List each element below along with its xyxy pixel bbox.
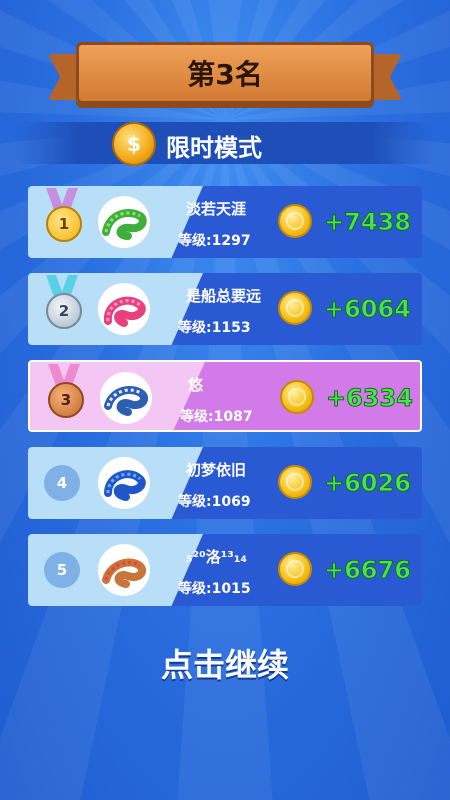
rank-circle: 5: [44, 552, 80, 588]
coin-reward: +7438: [324, 208, 412, 237]
leaderboard-row: 1 淡若天涯 等级:1297 +7438: [28, 186, 422, 258]
rank-circle: 4: [44, 465, 80, 501]
coin-reward: +6064: [324, 295, 412, 324]
gold-coin-icon: [278, 291, 312, 325]
coin-reward: +6334: [326, 384, 414, 413]
player-level: 等级:1297: [178, 233, 251, 249]
player-level: 等级:1069: [178, 494, 251, 510]
pink-snake-icon: [98, 283, 150, 335]
gold-coin-icon: [280, 380, 314, 414]
player-name: 悠: [188, 376, 204, 394]
blue-white-snake-icon: [100, 372, 152, 424]
result-rank-title: 第3名: [187, 58, 263, 91]
dollar-coin-icon: $: [112, 122, 156, 166]
banner-ribbon: 第3名: [76, 42, 374, 104]
player-level: 等级:1153: [178, 320, 251, 336]
silver-medal-icon: 2: [42, 275, 82, 335]
bronze-medal-icon: 3: [44, 364, 84, 424]
player-name: 是船总要远: [186, 287, 262, 305]
player-name: 淡若天涯: [186, 200, 247, 218]
player-name: 初梦依旧: [186, 461, 247, 479]
green-snake-icon: [98, 196, 150, 248]
player-name: ₅²⁰洛¹³₁₄: [186, 548, 247, 566]
continue-button[interactable]: 点击继续: [0, 640, 450, 686]
gold-medal-icon: 1: [42, 188, 82, 248]
leaderboard-row-current-player: 3 悠 等级:1087 +6334: [28, 360, 422, 432]
title-banner: 第3名: [48, 40, 402, 108]
mode-label: 限时模式: [166, 134, 262, 162]
leaderboard-row: 2 是船总要远 等级:1153 +6064: [28, 273, 422, 345]
player-level: 等级:1087: [180, 409, 253, 425]
gold-coin-icon: [278, 552, 312, 586]
orange-snake-icon: [98, 544, 150, 596]
leaderboard-row: 5 ₅²⁰洛¹³₁₄ 等级:1015 +6676: [28, 534, 422, 606]
coin-reward: +6026: [324, 469, 412, 498]
gold-coin-icon: [278, 204, 312, 238]
player-level: 等级:1015: [178, 581, 251, 597]
gold-coin-icon: [278, 465, 312, 499]
coin-reward: +6676: [324, 556, 412, 585]
blue-snake-icon: [98, 457, 150, 509]
leaderboard-row: 4 初梦依旧 等级:1069 +6026: [28, 447, 422, 519]
